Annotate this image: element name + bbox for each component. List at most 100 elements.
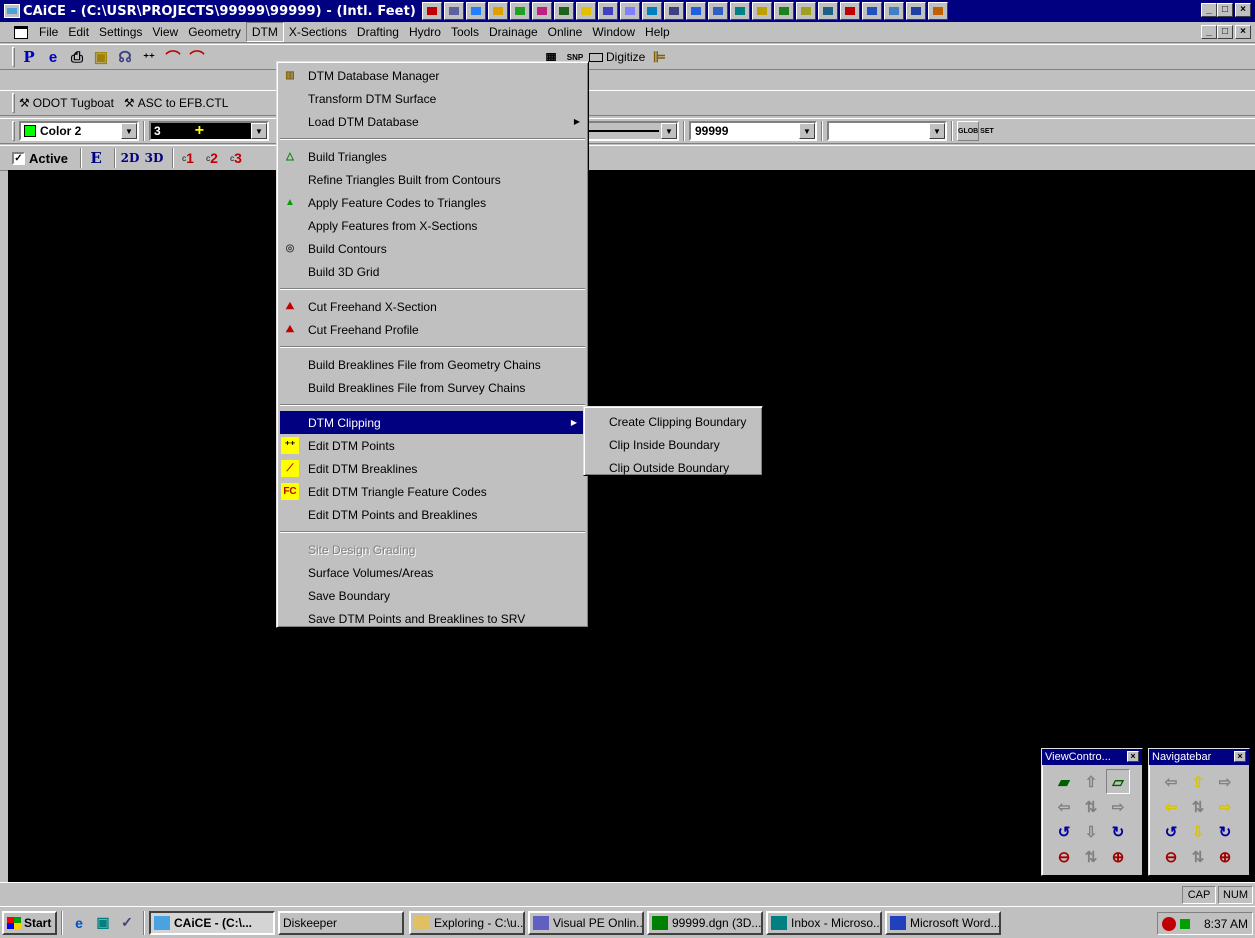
view-top-icon[interactable]: ▰: [1052, 769, 1076, 794]
menu-item-build-triangles[interactable]: △ Build Triangles: [277, 145, 588, 168]
menu-drafting[interactable]: Drafting: [352, 23, 404, 41]
task-microstation[interactable]: 99999.dgn (3D...: [647, 910, 763, 935]
menu-item-edit-dtm-breaklines[interactable]: ⟋ Edit DTM Breaklines: [277, 457, 588, 480]
tool-icon[interactable]: [487, 2, 508, 20]
arrow-up-icon[interactable]: ⇧: [1186, 769, 1210, 794]
menu-item-cut-freehand-profile[interactable]: ⛰ Cut Freehand Profile: [277, 318, 588, 341]
menu-item-build-breaklines-file-from-geometry-chains[interactable]: Build Breaklines File from Geometry Chai…: [277, 353, 588, 376]
zoom-extents-icon[interactable]: ⇅: [1186, 844, 1210, 869]
rotate-ccw-icon[interactable]: ↺: [1052, 819, 1076, 844]
tool-icon[interactable]: [795, 2, 816, 20]
close-icon[interactable]: ×: [1234, 751, 1246, 762]
arrow-right-icon[interactable]: ⇨: [1106, 794, 1130, 819]
digitize-button[interactable]: Digitize: [589, 47, 645, 67]
doc-minimize-button[interactable]: _: [1201, 25, 1217, 39]
arrow-up-icon[interactable]: ⇧: [1079, 769, 1103, 794]
pan-icon[interactable]: ⇅: [1079, 794, 1103, 819]
clock[interactable]: 8:37 AM: [1204, 917, 1248, 931]
menu-item-save-boundary[interactable]: Save Boundary: [277, 584, 588, 607]
menu-item-edit-dtm-points-and-breaklines[interactable]: Edit DTM Points and Breaklines: [277, 503, 588, 526]
task-diskeeper[interactable]: Diskeeper: [278, 910, 404, 935]
chevron-down-icon[interactable]: ▼: [929, 123, 945, 139]
odot-tugboat-button[interactable]: ⚒ ODOT Tugboat: [19, 93, 114, 113]
zoom-out-icon[interactable]: ⊖: [1159, 844, 1183, 869]
tool-icon[interactable]: [465, 2, 486, 20]
menu-item-apply-features-from-x-sections[interactable]: Apply Features from X-Sections: [277, 214, 588, 237]
doc-close-button[interactable]: ×: [1235, 25, 1251, 39]
submenu-item-create-clipping-boundary[interactable]: Create Clipping Boundary: [584, 410, 762, 433]
app-icon[interactable]: [4, 4, 20, 18]
zoom-out-icon[interactable]: ⊖: [1052, 844, 1076, 869]
menu-online[interactable]: Online: [543, 23, 588, 41]
document-icon[interactable]: [14, 25, 28, 39]
tool-icon[interactable]: [663, 2, 684, 20]
menu-item-build-3d-grid[interactable]: Build 3D Grid: [277, 260, 588, 283]
e-button[interactable]: e: [43, 47, 63, 67]
menu-item-site-design-grading[interactable]: Site Design Grading: [277, 538, 588, 561]
view-iso-icon[interactable]: ▱: [1106, 769, 1130, 794]
submenu-item-clip-outside-boundary[interactable]: Clip Outside Boundary: [584, 456, 762, 479]
tool-icon[interactable]: [619, 2, 640, 20]
tool-icon[interactable]: [751, 2, 772, 20]
asc-to-efb-button[interactable]: ⚒ ASC to EFB.CTL: [124, 93, 228, 113]
c2-button[interactable]: c2: [202, 148, 222, 168]
tool-icon[interactable]: [773, 2, 794, 20]
chevron-down-icon[interactable]: ▼: [799, 123, 815, 139]
c3-button[interactable]: c3: [226, 148, 246, 168]
task-word[interactable]: Microsoft Word...: [885, 910, 1001, 935]
e-tool-button[interactable]: E: [86, 148, 106, 168]
menu-tools[interactable]: Tools: [446, 23, 484, 41]
menu-item-save-dtm-points-and-breaklines-to-srv[interactable]: Save DTM Points and Breaklines to SRV: [277, 607, 588, 630]
link-icon[interactable]: ☊: [115, 47, 135, 67]
menu-item-edit-dtm-triangle-feature-codes[interactable]: FC Edit DTM Triangle Feature Codes: [277, 480, 588, 503]
tool-icon[interactable]: [597, 2, 618, 20]
toolbar-grip[interactable]: [12, 121, 15, 141]
toolbar-grip[interactable]: [12, 47, 15, 67]
menu-geometry[interactable]: Geometry: [183, 23, 246, 41]
menu-item-build-contours[interactable]: ◎ Build Contours: [277, 237, 588, 260]
zoom-extents-icon[interactable]: ⇅: [1079, 844, 1103, 869]
task-exploring[interactable]: Exploring - C:\u...: [409, 910, 525, 935]
tool-icon[interactable]: [685, 2, 706, 20]
menu-dtm[interactable]: DTM: [245, 22, 284, 42]
menu-item-dtm-database-manager[interactable]: ▥ DTM Database Manager: [277, 64, 588, 87]
active-checkbox[interactable]: ✓: [12, 151, 25, 165]
glob-set-button[interactable]: GLOB SET: [957, 121, 994, 141]
curve-icon[interactable]: ⌒: [187, 47, 207, 67]
tray-app-icon[interactable]: [1162, 916, 1176, 931]
tool-icon[interactable]: [707, 2, 728, 20]
tool-icon[interactable]: [553, 2, 574, 20]
arrow-right-icon[interactable]: ⇨: [1213, 769, 1237, 794]
zoom-in-icon[interactable]: ⊕: [1106, 844, 1130, 869]
curve-icon[interactable]: ⌒: [163, 47, 183, 67]
tool-icon[interactable]: [443, 2, 464, 20]
c1-button[interactable]: c1: [178, 148, 198, 168]
menu-item-surface-volumes-areas[interactable]: Surface Volumes/Areas: [277, 561, 588, 584]
menu-item-transform-dtm-surface[interactable]: Transform DTM Surface: [277, 87, 588, 110]
pan-icon[interactable]: ⇅: [1186, 794, 1210, 819]
chevron-down-icon[interactable]: ▼: [121, 123, 137, 139]
task-visual-pe[interactable]: Visual PE Onlin...: [528, 910, 644, 935]
chevron-down-icon[interactable]: ▼: [661, 123, 677, 139]
toolbar-grip[interactable]: [12, 93, 15, 113]
minimize-button[interactable]: _: [1201, 3, 1217, 17]
menu-help[interactable]: Help: [640, 23, 675, 41]
tool-icon[interactable]: [641, 2, 662, 20]
arrow-down-icon[interactable]: ⇩: [1186, 819, 1210, 844]
weight-select[interactable]: 3 + ▼: [149, 121, 269, 141]
doc-restore-button[interactable]: □: [1217, 25, 1233, 39]
tool-icon[interactable]: [905, 2, 926, 20]
blank-select[interactable]: ▼: [827, 121, 947, 141]
zoom-in-icon[interactable]: ⊕: [1213, 844, 1237, 869]
close-button[interactable]: ×: [1235, 3, 1251, 17]
arrow-left-icon[interactable]: ⇦: [1052, 794, 1076, 819]
menu-item-cut-freehand-x-section[interactable]: ⛰ Cut Freehand X-Section: [277, 295, 588, 318]
tool-icon[interactable]: [839, 2, 860, 20]
task-inbox[interactable]: Inbox - Microso...: [766, 910, 882, 935]
menu-item-dtm-clipping[interactable]: DTM Clipping ▶: [280, 411, 585, 434]
menu-view[interactable]: View: [147, 23, 183, 41]
project-select[interactable]: 99999 ▼: [689, 121, 817, 141]
tool-icon[interactable]: [421, 2, 442, 20]
tool-icon[interactable]: [531, 2, 552, 20]
menu-window[interactable]: Window: [587, 23, 640, 41]
